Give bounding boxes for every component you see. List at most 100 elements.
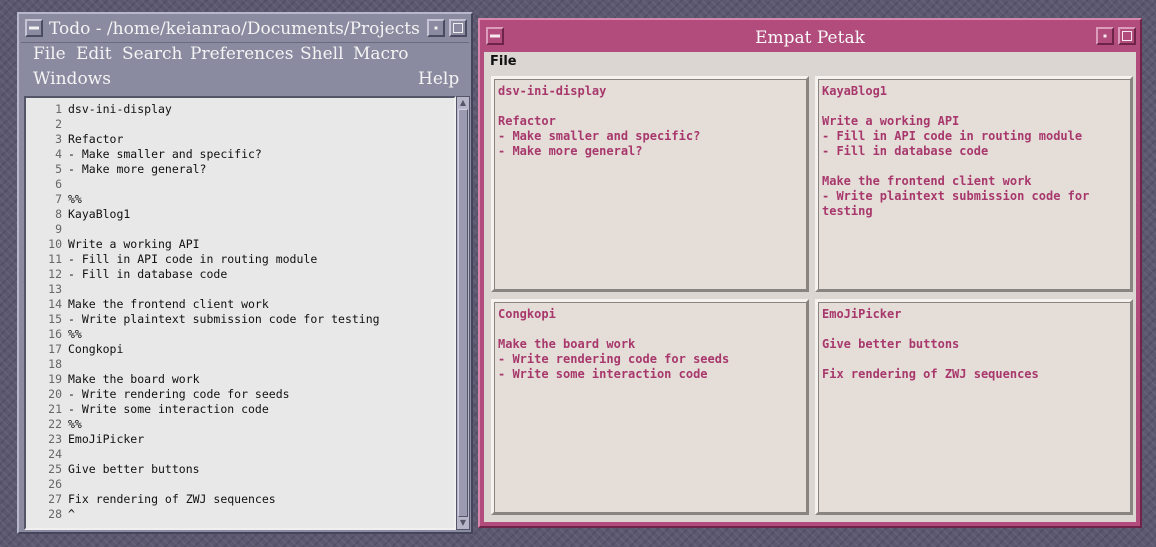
line-text: Make the board work bbox=[68, 372, 200, 386]
pane-line: - Write rendering code for seeds bbox=[498, 352, 730, 366]
editor-line: 14 Make the frontend client work bbox=[26, 297, 454, 312]
todo-window: Todo - /home/keianrao/Documents/Projects… bbox=[17, 12, 473, 534]
line-text: Make the frontend client work bbox=[68, 297, 269, 311]
todo-titlebar[interactable]: Todo - /home/keianrao/Documents/Projects bbox=[21, 16, 469, 43]
line-text: - Write rendering code for seeds bbox=[68, 387, 290, 401]
editor-line: 25 Give better buttons bbox=[26, 462, 454, 477]
editor-line: 17 Congkopi bbox=[26, 342, 454, 357]
editor-line: 21 - Write some interaction code bbox=[26, 402, 454, 417]
scroll-down-arrow-icon[interactable]: ▼ bbox=[458, 518, 468, 528]
line-number: 15 bbox=[48, 312, 62, 326]
menu-search[interactable]: Search bbox=[122, 44, 182, 64]
scroll-up-arrow-icon[interactable]: ▲ bbox=[458, 98, 468, 108]
line-number: 21 bbox=[48, 402, 62, 416]
line-number: 19 bbox=[48, 372, 62, 386]
editor-line: 20 - Write rendering code for seeds bbox=[26, 387, 454, 402]
line-text: Give better buttons bbox=[68, 462, 200, 476]
pane-line: - Write plaintext submission code for bbox=[822, 189, 1090, 203]
line-number: 17 bbox=[48, 342, 62, 356]
pane-line: Make the frontend client work bbox=[822, 174, 1032, 188]
pane-bottom-left[interactable]: Congkopi Make the board work - Write rende… bbox=[491, 299, 809, 515]
line-text: - Make smaller and specific? bbox=[68, 147, 262, 161]
editor-line: 8 KayaBlog1 bbox=[26, 207, 454, 222]
line-number: 12 bbox=[48, 267, 62, 281]
minimize-icon[interactable] bbox=[1096, 27, 1114, 45]
editor-line: 18 bbox=[26, 357, 454, 372]
line-number: 16 bbox=[48, 327, 62, 341]
minimize-icon[interactable] bbox=[427, 19, 445, 37]
line-text: %% bbox=[68, 192, 82, 206]
maximize-icon[interactable] bbox=[449, 19, 467, 37]
pane-title: dsv-ini-display bbox=[498, 84, 607, 98]
editor-line: 2 bbox=[26, 117, 454, 132]
pane-line: Make the board work bbox=[498, 337, 636, 351]
editor-line: 12 - Fill in database code bbox=[26, 267, 454, 282]
vertical-scrollbar[interactable]: ▲ ▼ bbox=[456, 96, 470, 530]
line-number: 9 bbox=[55, 222, 62, 236]
editor-line: 27 Fix rendering of ZWJ sequences bbox=[26, 492, 454, 507]
line-text: Refactor bbox=[68, 132, 124, 146]
line-number: 14 bbox=[48, 297, 62, 311]
line-text: KayaBlog1 bbox=[68, 207, 131, 221]
line-text: dsv-ini-display bbox=[68, 102, 172, 116]
line-text: Fix rendering of ZWJ sequences bbox=[68, 492, 276, 506]
empat-titlebar[interactable]: Empat Petak bbox=[482, 22, 1138, 50]
editor-line: 3 Refactor bbox=[26, 132, 454, 147]
menu-file[interactable]: File bbox=[33, 44, 66, 64]
menu-edit[interactable]: Edit bbox=[76, 44, 112, 64]
menu-shell[interactable]: Shell bbox=[300, 44, 344, 64]
pane-line: Give better buttons bbox=[822, 337, 960, 351]
todo-window-title: Todo - /home/keianrao/Documents/Projects bbox=[49, 19, 420, 39]
line-number: 8 bbox=[55, 207, 62, 221]
line-text: - Fill in database code bbox=[68, 267, 228, 281]
pane-top-right[interactable]: KayaBlog1 Write a working API - Fill in AP… bbox=[815, 76, 1133, 292]
window-menu-icon[interactable] bbox=[25, 19, 43, 37]
empat-window-title: Empat Petak bbox=[755, 28, 865, 48]
pane-line: - Fill in API code in routing module bbox=[822, 129, 1083, 143]
maximize-icon[interactable] bbox=[1118, 27, 1136, 45]
menu-windows[interactable]: Windows bbox=[33, 69, 111, 89]
menu-file[interactable]: File bbox=[490, 54, 517, 69]
line-number: 1 bbox=[55, 102, 62, 116]
pane-bottom-right[interactable]: EmoJiPicker Give better buttons Fix render… bbox=[815, 299, 1133, 515]
editor-line: 10 Write a working API bbox=[26, 237, 454, 252]
editor-line: 1 dsv-ini-display bbox=[26, 102, 454, 117]
empat-client-area: File dsv-ini-display Refactor - Make small… bbox=[484, 52, 1136, 522]
pane-line: - Write some interaction code bbox=[498, 367, 708, 381]
line-text: ^ bbox=[68, 507, 75, 521]
pane-line: Write a working API bbox=[822, 114, 960, 128]
pane-title: KayaBlog1 bbox=[822, 84, 888, 98]
line-text: - Make more general? bbox=[68, 162, 207, 176]
line-number: 13 bbox=[48, 282, 62, 296]
pane-top-left[interactable]: dsv-ini-display Refactor - Make smaller an… bbox=[491, 76, 809, 292]
editor-line: 26 bbox=[26, 477, 454, 492]
editor-line: 19 Make the board work bbox=[26, 372, 454, 387]
line-text: Write a working API bbox=[68, 237, 200, 251]
editor-line: 23 EmoJiPicker bbox=[26, 432, 454, 447]
line-number: 2 bbox=[55, 117, 62, 131]
pane-line: Fix rendering of ZWJ sequences bbox=[822, 367, 1039, 381]
pane-line: Refactor bbox=[498, 114, 556, 128]
line-number: 25 bbox=[48, 462, 62, 476]
line-number: 22 bbox=[48, 417, 62, 431]
pane-line: - Make more general? bbox=[498, 144, 643, 158]
menu-help[interactable]: Help bbox=[418, 69, 459, 89]
scrollbar-thumb[interactable] bbox=[458, 109, 468, 517]
pane-line: - Fill in database code bbox=[822, 144, 989, 158]
editor-line: 13 bbox=[26, 282, 454, 297]
line-number: 11 bbox=[48, 252, 62, 266]
pane-line: - Make smaller and specific? bbox=[498, 129, 701, 143]
menu-preferences[interactable]: Preferences bbox=[190, 44, 293, 64]
pane-line: testing bbox=[822, 204, 873, 218]
editor-line: 5 - Make more general? bbox=[26, 162, 454, 177]
line-number: 27 bbox=[48, 492, 62, 506]
text-editor-area[interactable]: 1 dsv-ini-display 2 3 Refactor 4 - Make smalle… bbox=[24, 96, 456, 530]
line-text: %% bbox=[68, 327, 82, 341]
editor-line: 6 bbox=[26, 177, 454, 192]
line-text: - Write plaintext submission code for te… bbox=[68, 312, 380, 326]
editor-line: 22%% bbox=[26, 417, 454, 432]
editor-line: 16%% bbox=[26, 327, 454, 342]
line-number: 20 bbox=[48, 387, 62, 401]
line-number: 18 bbox=[48, 357, 62, 371]
menu-macro[interactable]: Macro bbox=[353, 44, 408, 64]
